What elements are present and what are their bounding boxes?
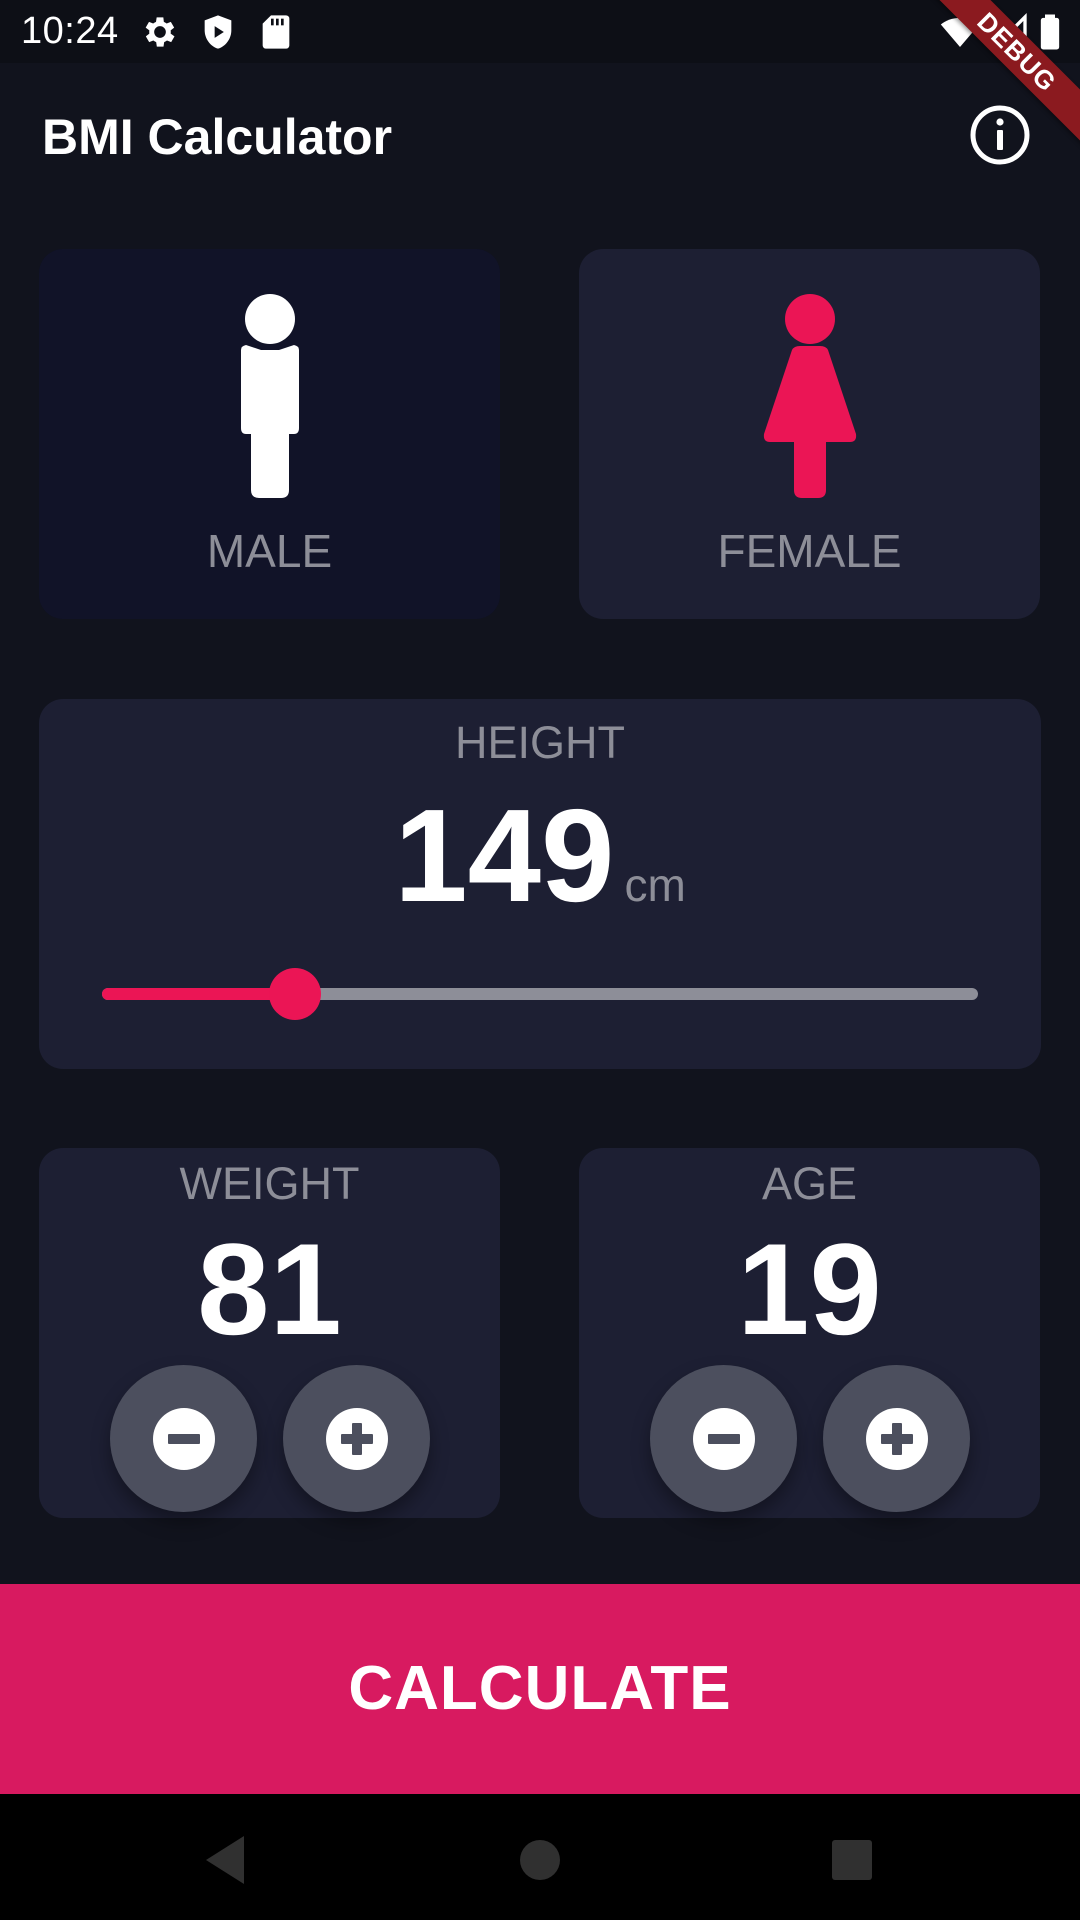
female-card[interactable]: FEMALE	[579, 249, 1040, 619]
shield-icon	[204, 15, 232, 49]
height-label: HEIGHT	[454, 717, 625, 768]
status-time: 10:24	[21, 10, 119, 52]
height-card: HEIGHT 149 cm	[39, 699, 1041, 1069]
info-button[interactable]	[968, 103, 1032, 167]
back-icon[interactable]	[196, 1830, 256, 1890]
female-label: FEMALE	[717, 525, 902, 577]
age-decrement-button[interactable]	[650, 1365, 797, 1512]
plus-icon	[326, 1408, 388, 1470]
slider-thumb[interactable]	[268, 968, 321, 1020]
app-bar: BMI Calculator	[0, 63, 1080, 211]
sd-card-icon	[262, 15, 290, 49]
weight-decrement-button[interactable]	[110, 1365, 257, 1512]
navigation-bar	[0, 1794, 1080, 1920]
weight-increment-button[interactable]	[283, 1365, 430, 1512]
male-label: MALE	[206, 525, 333, 577]
recents-icon[interactable]	[822, 1830, 882, 1890]
age-value: 19	[737, 1216, 882, 1362]
height-slider[interactable]	[102, 797, 978, 1020]
plus-icon	[866, 1408, 928, 1470]
female-icon	[763, 294, 856, 498]
age-label: AGE	[761, 1158, 858, 1209]
info-icon	[970, 105, 1030, 165]
minus-icon	[693, 1408, 755, 1470]
minus-icon	[153, 1408, 215, 1470]
weight-card: WEIGHT 81	[39, 1148, 500, 1518]
page-title: BMI Calculator	[42, 109, 393, 165]
age-card: AGE 19	[579, 1148, 1040, 1518]
age-increment-button[interactable]	[823, 1365, 970, 1512]
home-icon[interactable]	[510, 1830, 570, 1890]
gear-icon	[145, 17, 175, 47]
status-bar: 10:24	[0, 0, 1080, 63]
male-icon	[240, 294, 299, 498]
weight-value: 81	[197, 1216, 342, 1362]
weight-label: WEIGHT	[179, 1158, 360, 1209]
male-card[interactable]: MALE	[39, 249, 500, 619]
calculate-button[interactable]: CALCULATE	[0, 1584, 1080, 1794]
slider-active-track	[102, 988, 295, 1000]
